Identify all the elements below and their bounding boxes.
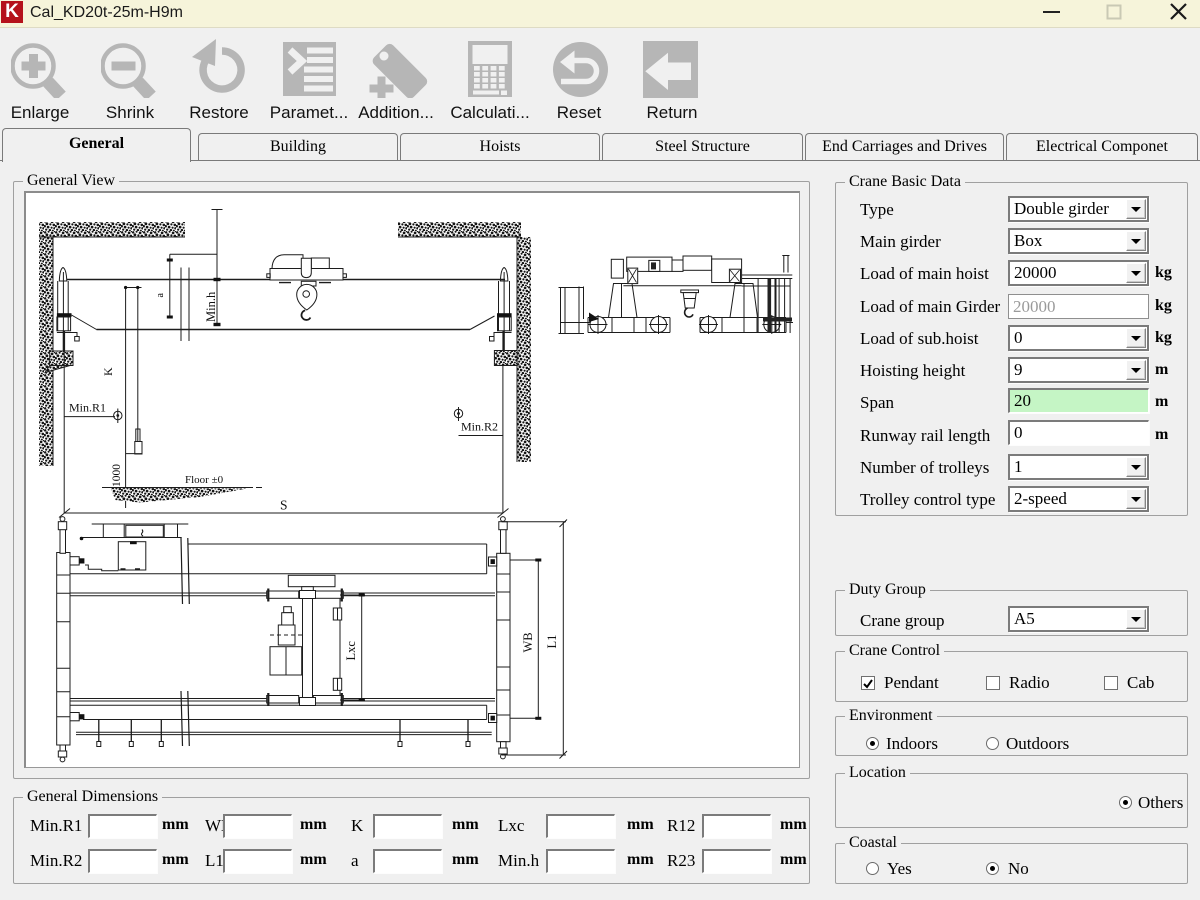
svg-text:L1: L1 bbox=[545, 635, 559, 649]
svg-text:Lxc: Lxc bbox=[344, 641, 358, 661]
svg-text:Min.h: Min.h bbox=[204, 291, 218, 322]
svg-text:WB: WB bbox=[521, 632, 535, 652]
svg-text:Min.R2: Min.R2 bbox=[461, 420, 498, 434]
svg-text:a: a bbox=[155, 293, 166, 298]
svg-text:K: K bbox=[101, 367, 115, 376]
svg-text:S: S bbox=[280, 498, 288, 513]
svg-text:1000: 1000 bbox=[111, 464, 123, 487]
svg-text:Floor ±0: Floor ±0 bbox=[185, 474, 224, 486]
svg-text:Min.R1: Min.R1 bbox=[69, 401, 106, 415]
